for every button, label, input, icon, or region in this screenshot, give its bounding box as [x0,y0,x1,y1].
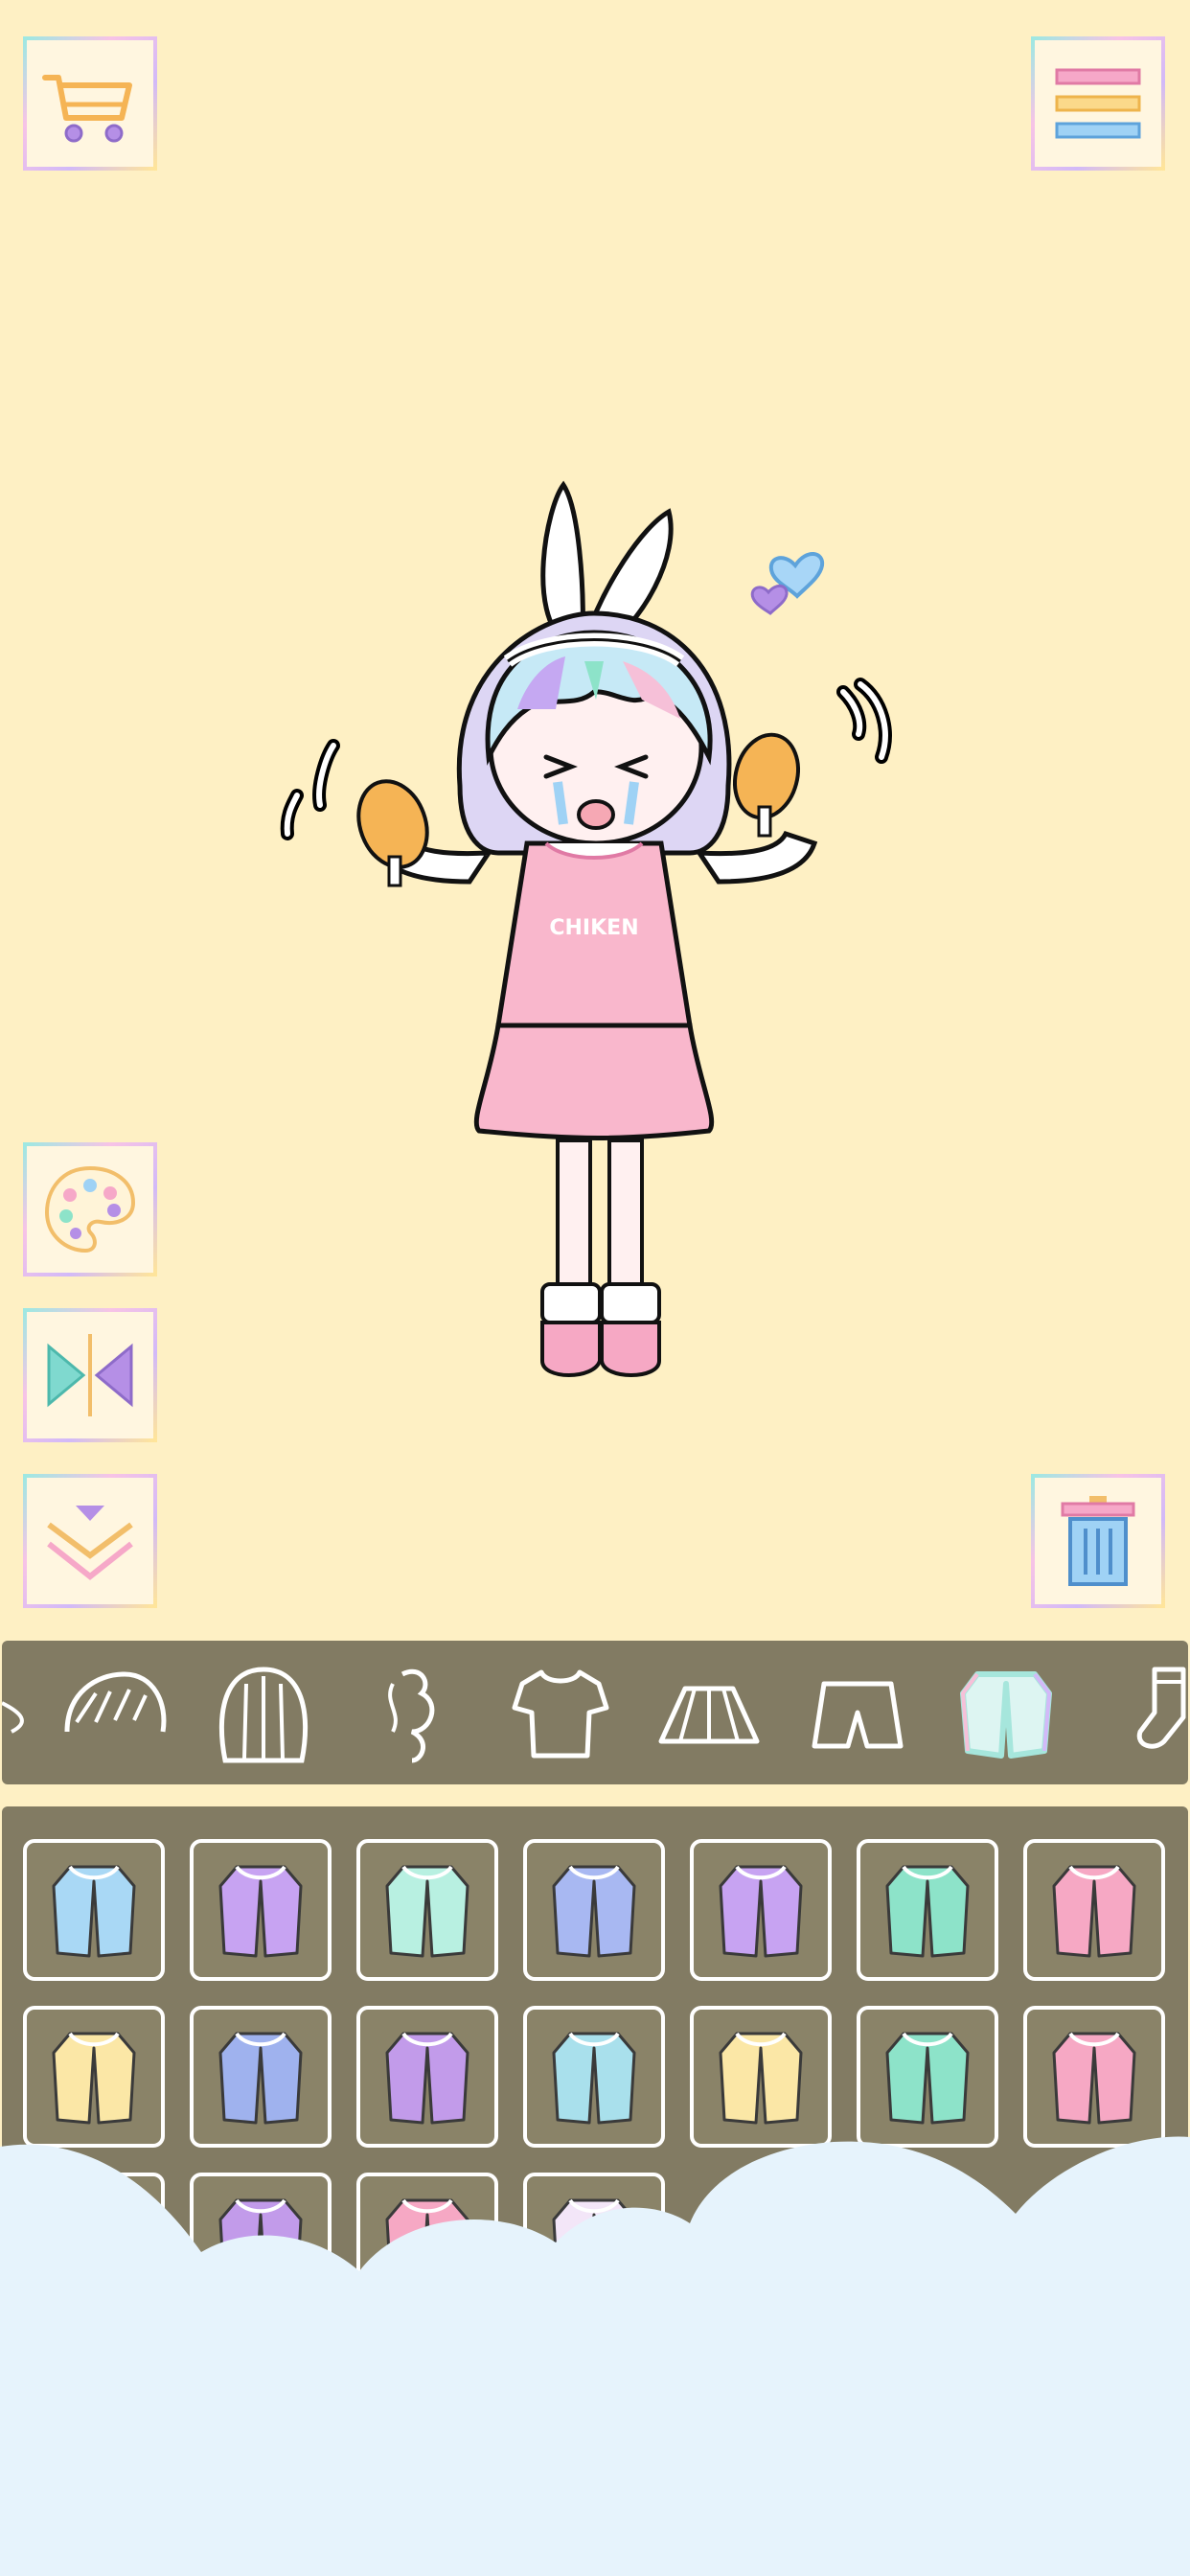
item-tile[interactable] [523,1839,665,1981]
tshirt-icon [512,1669,608,1759]
back-hair-icon [218,1667,308,1763]
bag-item-icon [1052,1865,1136,1958]
scarf-item-icon [885,1865,970,1958]
category-hair-back[interactable] [189,1645,337,1780]
flip-icon [47,1334,133,1416]
item-tile[interactable] [857,1839,998,1981]
category-socks[interactable] [1080,1645,1190,1780]
flip-button[interactable] [23,1308,157,1442]
category-top[interactable] [486,1645,634,1780]
palette-button[interactable] [23,1142,157,1276]
jacket-item-icon [218,1865,303,1958]
category-skirt[interactable] [634,1645,783,1780]
category-partial-item[interactable] [2,1645,40,1780]
cape-item-icon [552,1865,636,1958]
jacket-item-icon [719,1865,803,1958]
character[interactable]: CHIKEN [259,470,929,1409]
hamburger-menu-icon [1055,68,1141,139]
menu-button[interactable] [1031,36,1165,171]
bangs-hair-icon [64,1671,166,1733]
trash-icon [1061,1496,1135,1586]
category-bar [2,1641,1188,1784]
category-shorts[interactable] [783,1645,931,1780]
cart-icon [42,75,132,143]
shop-button[interactable] [23,36,157,171]
trash-button[interactable] [1031,1474,1165,1608]
chevron-down-double-icon [47,1506,133,1580]
item-tile[interactable] [23,1839,165,1981]
shorts-icon [812,1681,903,1749]
collapse-button[interactable] [23,1474,157,1608]
socks-icon [1136,1667,1185,1749]
jacket-icon [959,1671,1052,1759]
jacket-item-icon [385,1865,469,1958]
jacket-item-icon [52,1865,136,1958]
palette-icon [44,1165,136,1254]
item-tile[interactable] [690,1839,832,1981]
skirt-icon [658,1686,759,1744]
hair-icon [2,1701,24,1734]
dress-up-screen: CHIKEN [0,0,1190,2576]
item-tile[interactable] [1023,1839,1165,1981]
cloud-overlay [0,2136,1190,2576]
shirt-text: CHIKEN [549,916,638,940]
item-tile[interactable] [356,1839,498,1981]
category-hair-accessory[interactable] [337,1645,486,1780]
heart-icon [750,585,789,615]
item-tile[interactable] [190,1839,332,1981]
category-bangs[interactable] [40,1645,189,1780]
category-outerwear-selected[interactable] [931,1645,1080,1780]
ponytail-hair-icon [387,1669,434,1763]
